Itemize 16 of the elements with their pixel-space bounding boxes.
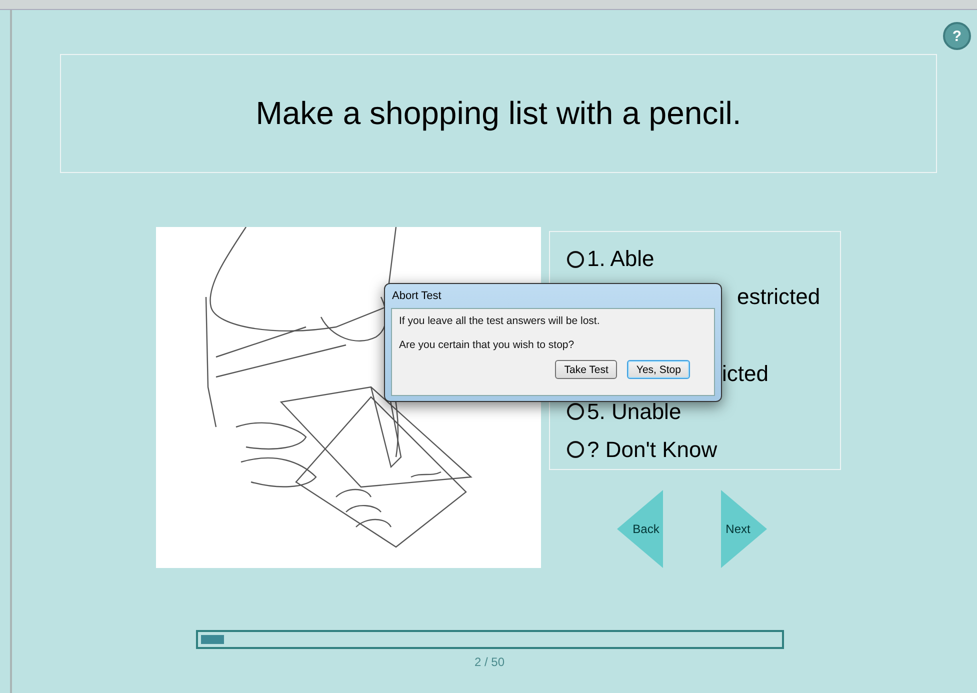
question-text: Make a shopping list with a pencil. [256, 95, 742, 132]
radio-button[interactable] [567, 441, 584, 458]
dialog-title: Abort Test [392, 290, 442, 302]
option-label[interactable]: estricted [737, 284, 820, 310]
dialog-button[interactable]: Take Test [555, 360, 618, 379]
option-label[interactable]: 1. Able [587, 246, 654, 272]
dialog-message: Are you certain that you wish to stop? [399, 339, 576, 351]
option-label[interactable]: icted [722, 360, 768, 387]
option-label[interactable]: 5. Unable [587, 398, 682, 425]
progress-count: 2 / 50 [474, 655, 505, 669]
dialog-message: If you leave all the test answers will be lost. [399, 315, 601, 327]
radio-button[interactable] [567, 250, 584, 268]
option-label[interactable]: ? Don't Know [587, 436, 718, 463]
back-button[interactable]: Back [617, 490, 663, 568]
next-button[interactable]: Next [721, 490, 767, 568]
dialog-button[interactable]: Yes, Stop [627, 360, 690, 379]
